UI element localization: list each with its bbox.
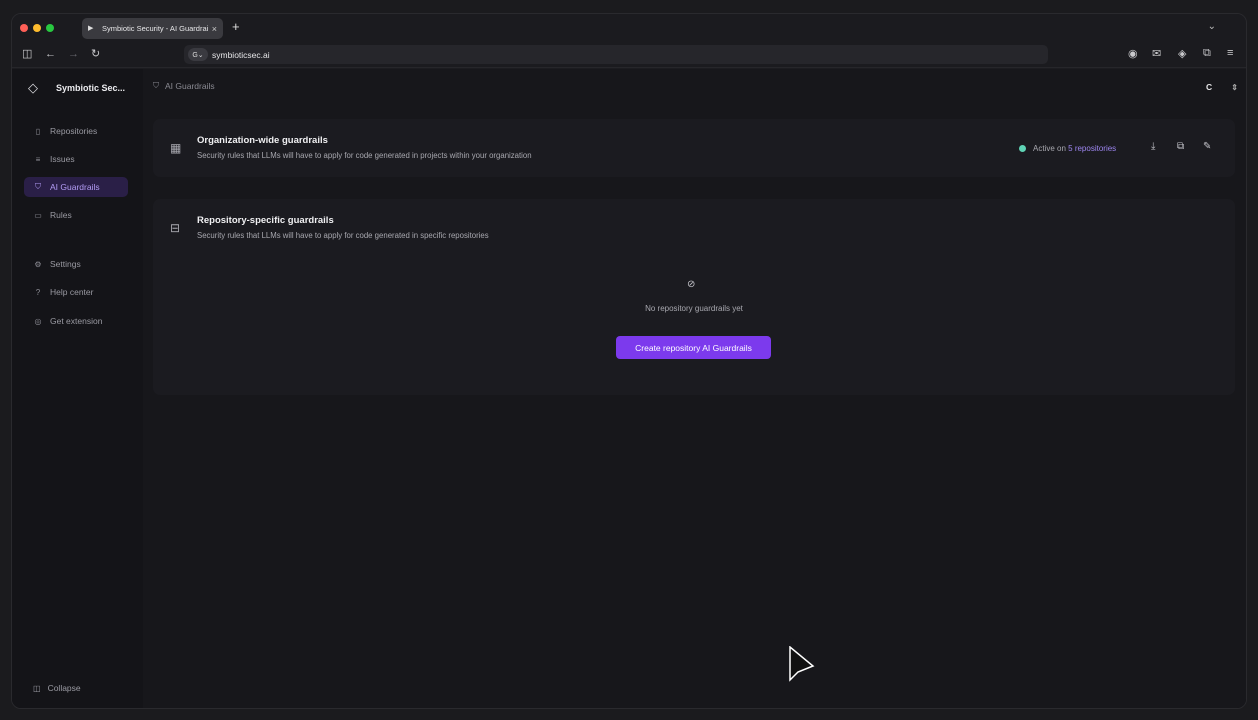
gear-icon: ⚙ [34, 259, 42, 269]
org-guardrails-subtitle: Security rules that LLMs will have to ap… [197, 151, 532, 160]
close-window-button[interactable] [20, 24, 28, 32]
brand[interactable]: ◇ Symbiotic Sec... [28, 80, 125, 96]
help-icon: ? [35, 287, 41, 297]
repo-guardrails-subtitle: Security rules that LLMs will have to ap… [197, 231, 489, 240]
status-badge: Active on 5 repositories [1019, 144, 1116, 153]
new-tab-button[interactable]: + [232, 20, 240, 34]
brand-name: Symbiotic Sec... [56, 83, 126, 93]
status-dot [1019, 145, 1026, 152]
sidebar-item-label: Issues [50, 154, 75, 164]
sidebar-item-label: Get extension [50, 316, 103, 326]
download-icon[interactable]: ⤓ [1151, 141, 1155, 152]
empty-state-text: No repository guardrails yet [645, 304, 743, 313]
sidebar-item-rules[interactable]: ▭ Rules [24, 205, 128, 225]
copy-icon[interactable]: ⧉ [1177, 141, 1184, 152]
collapse-label: Collapse [47, 683, 81, 693]
breadcrumb: ⛉ AI Guardrails [153, 81, 215, 91]
breadcrumb-label: AI Guardrails [165, 81, 215, 91]
sidebar-item-repositories[interactable]: ▯ Repositories [24, 121, 128, 141]
status-prefix: Active on [1033, 144, 1066, 153]
puzzle-icon[interactable]: ⧉ [1203, 47, 1211, 60]
shield-icon: ⛉ [35, 182, 41, 191]
sidebar-item-ai-guardrails[interactable]: ⛉ AI Guardrails [24, 177, 128, 197]
repo-guardrails-card: ⊟ Repository-specific guardrails Securit… [153, 199, 1235, 395]
org-switcher[interactable]: C ⇕ [1206, 79, 1238, 95]
sidebar: ◇ Symbiotic Sec... ▯ Repositories ≡ Issu… [12, 69, 143, 708]
main-panel: ⛉ AI Guardrails C ⇕ ▦ Organization-wide … [143, 69, 1246, 708]
globe-icon: ◎ [34, 316, 42, 326]
app-content: ◇ Symbiotic Sec... ▯ Repositories ≡ Issu… [12, 69, 1246, 708]
mouse-cursor-icon [789, 646, 815, 682]
maximize-window-button[interactable] [46, 24, 54, 32]
tab-close-icon[interactable]: × [212, 24, 217, 34]
org-guardrails-card: ▦ Organization-wide guardrails Security … [153, 119, 1235, 177]
reload-icon[interactable]: ↻ [91, 47, 100, 61]
repo-guardrails-title: Repository-specific guardrails [197, 215, 334, 226]
prohibited-icon: ⊘ [687, 279, 696, 290]
address-bar[interactable]: G⌄ symbioticsec.ai [184, 45, 1048, 64]
repositories-link[interactable]: 5 repositories [1068, 144, 1116, 153]
sidebar-item-help-center[interactable]: ? Help center [24, 282, 128, 302]
list-icon: ≡ [35, 154, 41, 164]
edit-icon[interactable]: ✎ [1203, 141, 1211, 152]
shield-icon: ⛉ [153, 81, 159, 90]
account-icon[interactable]: ◉ [1128, 47, 1138, 60]
sidebar-item-issues[interactable]: ≡ Issues [24, 149, 128, 169]
play-icon: ▶ [88, 24, 94, 32]
create-repository-guardrails-button[interactable]: Create repository AI Guardrails [616, 336, 771, 359]
collapse-icon: ◫ [33, 683, 41, 693]
org-initial: C [1206, 82, 1213, 92]
browser-tab[interactable]: ▶ Symbiotic Security - AI Guardrails × [82, 18, 223, 39]
back-icon[interactable]: ← [45, 47, 56, 61]
forward-icon[interactable]: → [68, 47, 79, 61]
mail-icon[interactable]: ✉ [1152, 47, 1161, 60]
sidebar-item-label: Rules [50, 210, 72, 220]
sidebar-item-label: AI Guardrails [50, 182, 100, 192]
book-icon: ▯ [35, 126, 41, 136]
sidebar-item-settings[interactable]: ⚙ Settings [24, 254, 128, 274]
chevron-down-icon[interactable]: ⌄ [1208, 21, 1216, 32]
folder-icon: ⊟ [170, 221, 181, 235]
browser-window: ▶ Symbiotic Security - AI Guardrails × +… [11, 13, 1247, 709]
collapse-button[interactable]: ◫ Collapse [33, 683, 81, 693]
org-guardrails-title: Organization-wide guardrails [197, 135, 328, 146]
tab-strip: ▶ Symbiotic Security - AI Guardrails × +… [12, 14, 1246, 42]
sidebar-item-label: Settings [50, 259, 81, 269]
logo-icon: ◇ [28, 80, 38, 95]
site-info-icon[interactable]: G⌄ [188, 48, 208, 61]
sidebar-item-label: Repositories [50, 126, 98, 136]
browser-toolbar: ◫ ← → ↻ G⌄ symbioticsec.ai ◉ ✉ ◈ ⧉ ≡ [12, 42, 1246, 68]
building-icon: ▦ [170, 141, 182, 155]
url-text[interactable]: symbioticsec.ai [212, 50, 270, 60]
chevron-updown-icon: ⇕ [1231, 82, 1238, 92]
menu-icon[interactable]: ≡ [1227, 47, 1233, 59]
sidebar-item-get-extension[interactable]: ◎ Get extension [24, 311, 128, 331]
extension-icon[interactable]: ◈ [1178, 47, 1186, 60]
document-icon: ▭ [34, 210, 42, 220]
minimize-window-button[interactable] [33, 24, 41, 32]
sidebar-item-label: Help center [50, 287, 94, 297]
sidebar-toggle-icon[interactable]: ◫ [22, 47, 32, 61]
tab-title: Symbiotic Security - AI Guardrails [102, 24, 208, 33]
